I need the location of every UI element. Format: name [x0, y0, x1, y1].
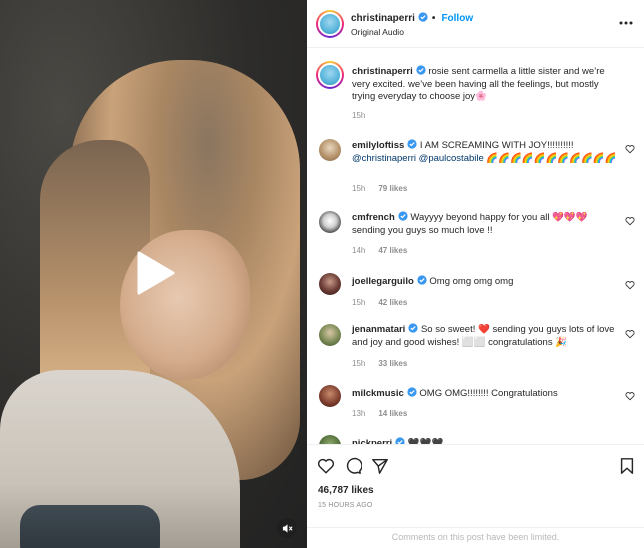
verified-badge-icon	[407, 139, 417, 149]
comment-meta: 13h 14 likes	[352, 409, 407, 418]
heart-icon[interactable]	[625, 329, 635, 339]
verified-badge-icon	[416, 65, 426, 75]
heart-icon[interactable]	[625, 144, 635, 154]
caption-time: 15h	[352, 111, 366, 120]
author-avatar[interactable]	[316, 61, 344, 89]
comment-username[interactable]: jenanmatari	[352, 324, 405, 335]
like-count[interactable]: 46,787 likes	[318, 485, 374, 496]
post-action-bar: 46,787 likes 15 HOURS AGO Comments on th…	[307, 444, 644, 548]
comment-text-block: milckmusic OMG OMG!!!!!!!! Congratulatio…	[352, 387, 622, 401]
media-overall-strap-shape	[20, 505, 160, 548]
comment-text: Omg omg omg omg	[429, 276, 514, 287]
author-line: christinaperri • Follow	[351, 12, 473, 24]
comment-likes[interactable]: 79 likes	[378, 184, 407, 193]
comment-username[interactable]: milckmusic	[352, 388, 404, 399]
play-icon[interactable]	[133, 251, 177, 295]
speaker-muted-icon	[282, 523, 293, 533]
comment-meta: 15h 79 likes	[352, 184, 407, 193]
post-sidebar: christinaperri • Follow Original Audio chr…	[307, 0, 644, 548]
audio-link[interactable]: Original Audio	[351, 27, 404, 37]
commenter-avatar[interactable]	[319, 211, 341, 233]
post-timestamp[interactable]: 15 HOURS AGO	[318, 502, 373, 509]
comment-meta: 14h 47 likes	[352, 246, 407, 255]
verified-badge-icon	[407, 387, 417, 397]
comment-username[interactable]: emilyloftiss	[352, 140, 404, 151]
comment-icon[interactable]	[344, 457, 362, 475]
mention-link[interactable]: @christinaperri	[352, 153, 416, 164]
post-header: christinaperri • Follow Original Audio	[307, 0, 644, 48]
caption-username[interactable]: christinaperri	[352, 66, 413, 77]
comment-text-block: nickperri 🖤🖤🖤	[352, 437, 622, 444]
commenter-avatar[interactable]	[319, 385, 341, 407]
more-horizontal-icon	[619, 21, 633, 25]
comment-likes[interactable]: 42 likes	[378, 298, 407, 307]
bookmark-icon[interactable]	[618, 457, 636, 475]
commenter-avatar[interactable]	[319, 435, 341, 444]
commenter-avatar[interactable]	[319, 324, 341, 346]
more-options-button[interactable]	[618, 18, 634, 28]
mention-link[interactable]: @paulcostabile	[419, 153, 484, 164]
comment-text-block: cmfrench Wayyyy beyond happy for you all…	[352, 211, 622, 237]
commenter-avatar[interactable]	[319, 139, 341, 161]
comment-time: 14h	[352, 246, 366, 255]
author-avatar[interactable]	[316, 10, 344, 38]
verified-badge-icon	[418, 12, 428, 22]
comment-likes[interactable]: 47 likes	[378, 246, 407, 255]
mute-button[interactable]	[277, 518, 297, 538]
paper-plane-icon[interactable]	[371, 457, 389, 475]
post-media-video[interactable]	[0, 0, 307, 548]
comment-username[interactable]: cmfrench	[352, 212, 395, 223]
comment-text-block: jenanmatari So so sweet! ❤️ sending you …	[352, 323, 622, 349]
comment-text: OMG OMG!!!!!!!! Congratulations	[419, 388, 558, 399]
commenter-avatar[interactable]	[319, 273, 341, 295]
comment-time: 13h	[352, 409, 366, 418]
comments-limited-notice: Comments on this post have been limited.	[307, 527, 644, 548]
comment-time: 15h	[352, 359, 366, 368]
verified-badge-icon	[395, 437, 405, 444]
comment-time: 15h	[352, 298, 366, 307]
comment-likes[interactable]: 33 likes	[378, 359, 407, 368]
heart-icon[interactable]	[317, 457, 335, 475]
verified-badge-icon	[417, 275, 427, 285]
separator-dot: •	[431, 13, 436, 24]
comments-list[interactable]: christinaperri rosie sent carmella a lit…	[307, 49, 644, 444]
comment-text-block: emilyloftiss I AM SCREAMING WITH JOY!!!!…	[352, 139, 622, 165]
heart-icon[interactable]	[625, 391, 635, 401]
comment-text-suffix: 🌈🌈🌈🌈🌈🌈🌈🌈🌈🌈🌈	[483, 152, 617, 164]
comment-text: I AM SCREAMING WITH JOY!!!!!!!!!!	[419, 140, 574, 151]
comment-meta: 15h 42 likes	[352, 298, 407, 307]
heart-icon[interactable]	[625, 280, 635, 290]
comment-likes[interactable]: 14 likes	[378, 409, 407, 418]
heart-icon[interactable]	[625, 216, 635, 226]
comment-time: 15h	[352, 184, 366, 193]
comment-meta: 15h 33 likes	[352, 359, 407, 368]
verified-badge-icon	[398, 211, 408, 221]
follow-button[interactable]: Follow	[441, 13, 473, 24]
verified-badge-icon	[408, 323, 418, 333]
comment-username[interactable]: joellegarguilo	[352, 276, 414, 287]
author-username[interactable]: christinaperri	[351, 13, 415, 24]
comment-text-block: joellegarguilo Omg omg omg omg	[352, 275, 622, 289]
caption-text-block: christinaperri rosie sent carmella a lit…	[352, 65, 622, 104]
